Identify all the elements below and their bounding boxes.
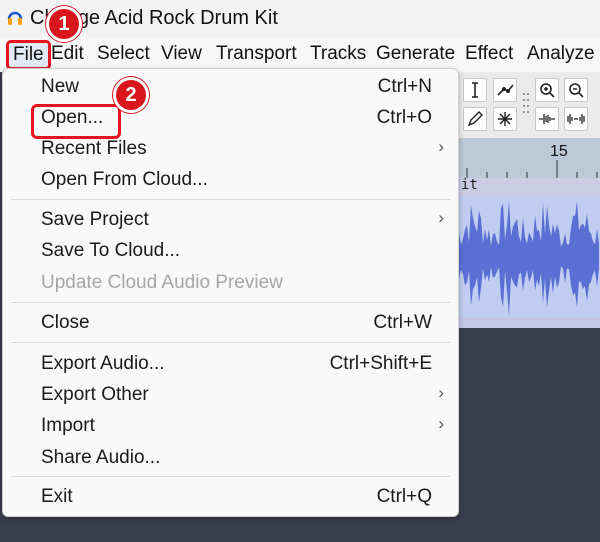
menu-item-shortcut: Ctrl+Shift+E xyxy=(329,353,432,374)
menu-item-label: Export Audio... xyxy=(41,353,165,374)
menu-item-label: Recent Files xyxy=(41,138,147,159)
title-bar: Change Acid Rock Drum Kit xyxy=(0,0,600,38)
menu-item-shortcut: Ctrl+O xyxy=(376,107,432,128)
ibeam-tool-icon[interactable] xyxy=(463,78,487,102)
submenu-arrow-icon: › xyxy=(438,137,444,156)
multi-tool-icon[interactable] xyxy=(493,107,517,131)
menu-item-save-project[interactable]: Save Project › xyxy=(3,205,458,236)
timeline-ruler[interactable]: 15 xyxy=(457,138,600,179)
menu-generate[interactable]: Generate xyxy=(376,43,455,65)
pencil-tool-icon[interactable] xyxy=(463,107,487,131)
submenu-arrow-icon: › xyxy=(438,208,444,227)
submenu-arrow-icon: › xyxy=(438,414,444,433)
step-1-badge: 1 xyxy=(46,6,82,42)
ruler-ticks xyxy=(466,160,598,178)
menu-separator xyxy=(11,302,450,303)
trim-audio-icon[interactable] xyxy=(535,107,559,131)
menu-item-label: Exit xyxy=(41,486,73,507)
tools-toolbar xyxy=(457,72,600,138)
menu-edit[interactable]: Edit xyxy=(51,43,84,65)
menu-item-open-from-cloud[interactable]: Open From Cloud... xyxy=(3,165,458,196)
envelope-tool-icon[interactable] xyxy=(493,78,517,102)
zoom-out-icon[interactable] xyxy=(564,78,588,102)
menu-separator xyxy=(11,342,450,343)
menu-item-label: Share Audio... xyxy=(41,447,161,468)
zoom-in-icon[interactable] xyxy=(535,78,559,102)
track-clip-header[interactable]: it xyxy=(457,177,600,197)
menu-item-exit[interactable]: Exit Ctrl+Q xyxy=(3,482,458,513)
file-menu-dropdown: New Ctrl+N Open... Ctrl+O Recent Files ›… xyxy=(2,68,459,517)
menu-item-export-other[interactable]: Export Other › xyxy=(3,380,458,411)
toolbar-grip-icon[interactable] xyxy=(522,90,530,116)
menu-separator xyxy=(11,476,450,477)
menu-item-label: Update Cloud Audio Preview xyxy=(41,272,283,293)
track-clip-name: it xyxy=(461,177,478,193)
menu-item-label: Save To Cloud... xyxy=(41,240,181,261)
menu-effect[interactable]: Effect xyxy=(465,43,513,65)
ruler-label: 15 xyxy=(550,143,568,160)
audio-track-waveform[interactable] xyxy=(457,196,600,320)
audacity-app-icon xyxy=(7,11,23,25)
menu-item-update-cloud-preview: Update Cloud Audio Preview xyxy=(3,268,458,299)
menu-view[interactable]: View xyxy=(161,43,202,65)
menu-item-label: Export Other xyxy=(41,384,149,405)
menu-analyze[interactable]: Analyze xyxy=(527,43,595,65)
empty-track-area[interactable] xyxy=(457,328,600,542)
menu-item-label: Open From Cloud... xyxy=(41,169,208,190)
menu-item-export-audio[interactable]: Export Audio... Ctrl+Shift+E xyxy=(3,349,458,380)
menu-item-save-to-cloud[interactable]: Save To Cloud... xyxy=(3,236,458,267)
menu-item-shortcut: Ctrl+Q xyxy=(376,486,432,507)
menu-item-shortcut: Ctrl+N xyxy=(377,76,432,97)
menu-item-share-audio[interactable]: Share Audio... xyxy=(3,443,458,474)
silence-audio-icon[interactable] xyxy=(564,107,588,131)
menu-item-recent-files[interactable]: Recent Files › xyxy=(3,134,458,165)
menu-item-label: Save Project xyxy=(41,209,149,230)
menu-item-label: Import xyxy=(41,415,95,436)
bottom-background xyxy=(0,515,457,542)
step-2-badge: 2 xyxy=(113,77,149,113)
menu-item-close[interactable]: Close Ctrl+W xyxy=(3,308,458,339)
menu-item-new[interactable]: New Ctrl+N xyxy=(3,72,458,103)
menu-item-label: New xyxy=(41,76,80,97)
waveform-graph xyxy=(457,201,599,316)
menu-transport[interactable]: Transport xyxy=(216,43,297,65)
menu-item-import[interactable]: Import › xyxy=(3,411,458,442)
menu-file[interactable]: File xyxy=(6,40,51,70)
menu-separator xyxy=(11,199,450,200)
track-bottom-strip xyxy=(457,318,600,328)
menu-select[interactable]: Select xyxy=(97,43,150,65)
submenu-arrow-icon: › xyxy=(438,383,444,402)
menu-item-shortcut: Ctrl+W xyxy=(373,312,432,333)
menu-item-label: Close xyxy=(41,312,90,333)
menu-tracks[interactable]: Tracks xyxy=(310,43,366,65)
